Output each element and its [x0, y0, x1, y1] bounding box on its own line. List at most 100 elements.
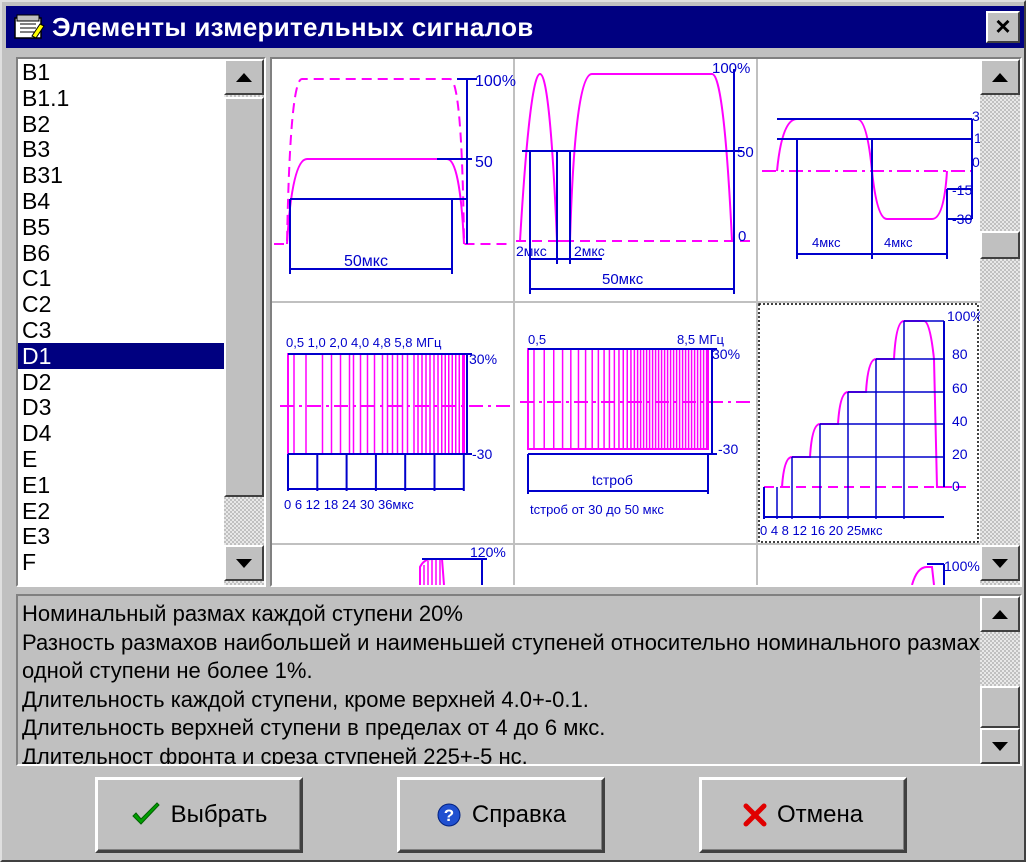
desc-scroll-down-button[interactable]: [980, 728, 1020, 764]
arrow-up-icon: [236, 72, 252, 82]
c3-m15-label: -15: [952, 182, 972, 198]
c4-freq-label: 0,5 1,0 2,0 4,0 4,8 5,8 МГц: [286, 335, 442, 350]
list-scrollbar[interactable]: [224, 59, 264, 585]
c3-0-label: 0: [972, 154, 980, 170]
svg-text:?: ?: [444, 806, 454, 825]
list-item[interactable]: B31: [18, 162, 224, 188]
c3-a-label: 4мкс: [812, 235, 841, 250]
description-line: Длительность каждой ступени, кроме верхн…: [22, 686, 589, 712]
list-item[interactable]: D4: [18, 420, 224, 446]
diagram-b3[interactable]: 0,5 1,0 2,0 4,0 4,8 5,8 МГц 30% -30 0 6 …: [280, 335, 510, 512]
description-line: Разность размахов наибольшей и наименьше…: [22, 629, 992, 655]
diagram-d1[interactable]: 100% 80 60 40 20 0 0 4 8 12 16 20 25мкс: [758, 303, 980, 543]
d1-40-label: 40: [952, 413, 968, 429]
d1-80-label: 80: [952, 346, 968, 362]
c3-m30-label: -30: [952, 211, 972, 227]
d1-0-label: 0: [952, 478, 960, 494]
c2-a-label: 2мкс: [516, 243, 547, 259]
d1-level-grid: [776, 320, 944, 519]
description-line: одной ступени не более 1%.: [22, 658, 313, 683]
list-item[interactable]: B6: [18, 240, 224, 266]
arrow-down-icon: [992, 558, 1008, 568]
c5-f1-label: 0,5: [528, 332, 546, 347]
c5-burst-lines: [533, 349, 708, 449]
list-scroll-thumb[interactable]: [224, 97, 264, 497]
c2-b-label: 2мкс: [574, 243, 605, 259]
diagram-b2[interactable]: 30% 15 0 -15 -30 4мкс 4мкс: [762, 108, 980, 259]
c1-mid-label: 50: [475, 154, 493, 171]
select-button[interactable]: Выбрать: [95, 777, 303, 853]
close-button[interactable]: ×: [986, 11, 1020, 43]
list-item[interactable]: E3: [18, 523, 224, 549]
c4-burst-lines: [293, 354, 464, 454]
gallery-scroll-down-button[interactable]: [980, 545, 1020, 581]
help-button[interactable]: ? Справка: [397, 777, 605, 853]
arrow-up-icon: [992, 72, 1008, 82]
arrow-up-icon: [992, 609, 1008, 619]
signal-diagram-gallery[interactable]: 100% 50 50мкс 100% 50 0 2мкс 2мкс 50мкс …: [270, 57, 1022, 587]
cancel-button[interactable]: Отмена: [699, 777, 907, 853]
c4-axis-label: 0 6 12 18 24 30 36мкс: [284, 497, 414, 512]
c3-b-label: 4мкс: [884, 235, 913, 250]
list-item[interactable]: B2: [18, 111, 224, 137]
list-item[interactable]: B3: [18, 136, 224, 162]
list-item[interactable]: D1: [18, 342, 224, 369]
desc-scroll-thumb[interactable]: [980, 686, 1020, 728]
desc-scroll-up-button[interactable]: [980, 596, 1020, 632]
c2-pct-label: 100%: [712, 60, 750, 77]
books-app-icon: [14, 14, 45, 39]
list-item[interactable]: B1: [18, 59, 224, 85]
d1-100-label: 100%: [947, 308, 980, 324]
list-item[interactable]: D2: [18, 369, 224, 395]
dialog-window: Элементы измерительных сигналов × B1 B1.1…: [0, 0, 1026, 862]
select-button-label: Выбрать: [170, 801, 268, 828]
description-line: Длительность верхней ступени в пределах …: [22, 715, 606, 740]
gallery-scrollbar[interactable]: [980, 59, 1020, 585]
list-item[interactable]: F: [18, 549, 224, 575]
list-item[interactable]: C3: [18, 317, 224, 343]
close-icon: ×: [995, 11, 1011, 41]
list-item[interactable]: C1: [18, 265, 224, 291]
diagram-d4[interactable]: 100%: [911, 558, 980, 585]
list-item[interactable]: B5: [18, 214, 224, 240]
c5-bot-label: -30: [718, 441, 738, 457]
red-x-icon: [743, 803, 767, 827]
diagram-d2[interactable]: 120%: [419, 544, 506, 585]
c4-top-label: 30%: [469, 351, 497, 367]
c5-f2-label: 8,5 МГц: [677, 332, 725, 347]
signal-list-items: B1 B1.1 B2 B3 B31 B4 B5 B6 C1 C2 C3 D1 D2 D3 D4 E E1 E2 E3…: [18, 59, 224, 585]
signal-listbox[interactable]: B1 B1.1 B2 B3 B31 B4 B5 B6 C1 C2 C3 D1 D2 D3 D4 E E1 E2 E3…: [16, 57, 266, 587]
c5-top-label: 30%: [712, 346, 740, 362]
list-scroll-down-button[interactable]: [224, 545, 264, 581]
description-line: Номинальный размах каждой ступени 20%: [22, 601, 463, 626]
window-title: Элементы измерительных сигналов: [52, 11, 534, 42]
gallery-scroll-thumb[interactable]: [980, 231, 1020, 259]
help-icon: ?: [436, 802, 462, 828]
list-item[interactable]: B4: [18, 188, 224, 214]
list-item[interactable]: E2: [18, 498, 224, 524]
description-box[interactable]: Номинальный размах каждой ступени 20% Раз…: [16, 594, 1022, 766]
list-item[interactable]: C2: [18, 291, 224, 317]
diagram-b1[interactable]: 100% 50 50мкс: [274, 73, 516, 274]
description-text: Номинальный размах каждой ступени 20% Раз…: [18, 600, 992, 764]
list-item[interactable]: D3: [18, 394, 224, 420]
help-button-label: Справка: [471, 801, 567, 828]
c1-pct-label: 100%: [475, 73, 516, 90]
description-scrollbar[interactable]: [980, 596, 1020, 764]
list-item[interactable]: E: [18, 446, 224, 472]
arrow-down-icon: [236, 558, 252, 568]
diagram-grid: 100% 50 50мкс 100% 50 0 2мкс 2мкс 50мкс …: [272, 59, 980, 585]
c9-pct-label: 100%: [944, 558, 980, 574]
list-item[interactable]: E1: [18, 472, 224, 498]
c1-dur-label: 50мкс: [344, 253, 388, 270]
c5-range-label: tстроб от 30 до 50 мкс: [530, 502, 664, 517]
diagram-b31[interactable]: 0,5 8,5 МГц 30% -30 tстроб tстроб от 30 …: [520, 332, 754, 517]
diagram-b1-1[interactable]: 100% 50 0 2мкс 2мкс 50мкс: [516, 60, 754, 294]
list-scroll-up-button[interactable]: [224, 59, 264, 95]
c4-bot-label: -30: [472, 446, 492, 462]
gallery-scroll-up-button[interactable]: [980, 59, 1020, 95]
cancel-button-label: Отмена: [776, 801, 864, 828]
c3-30-label: 30%: [972, 108, 980, 124]
list-item[interactable]: B1.1: [18, 85, 224, 111]
d1-60-label: 60: [952, 380, 968, 396]
